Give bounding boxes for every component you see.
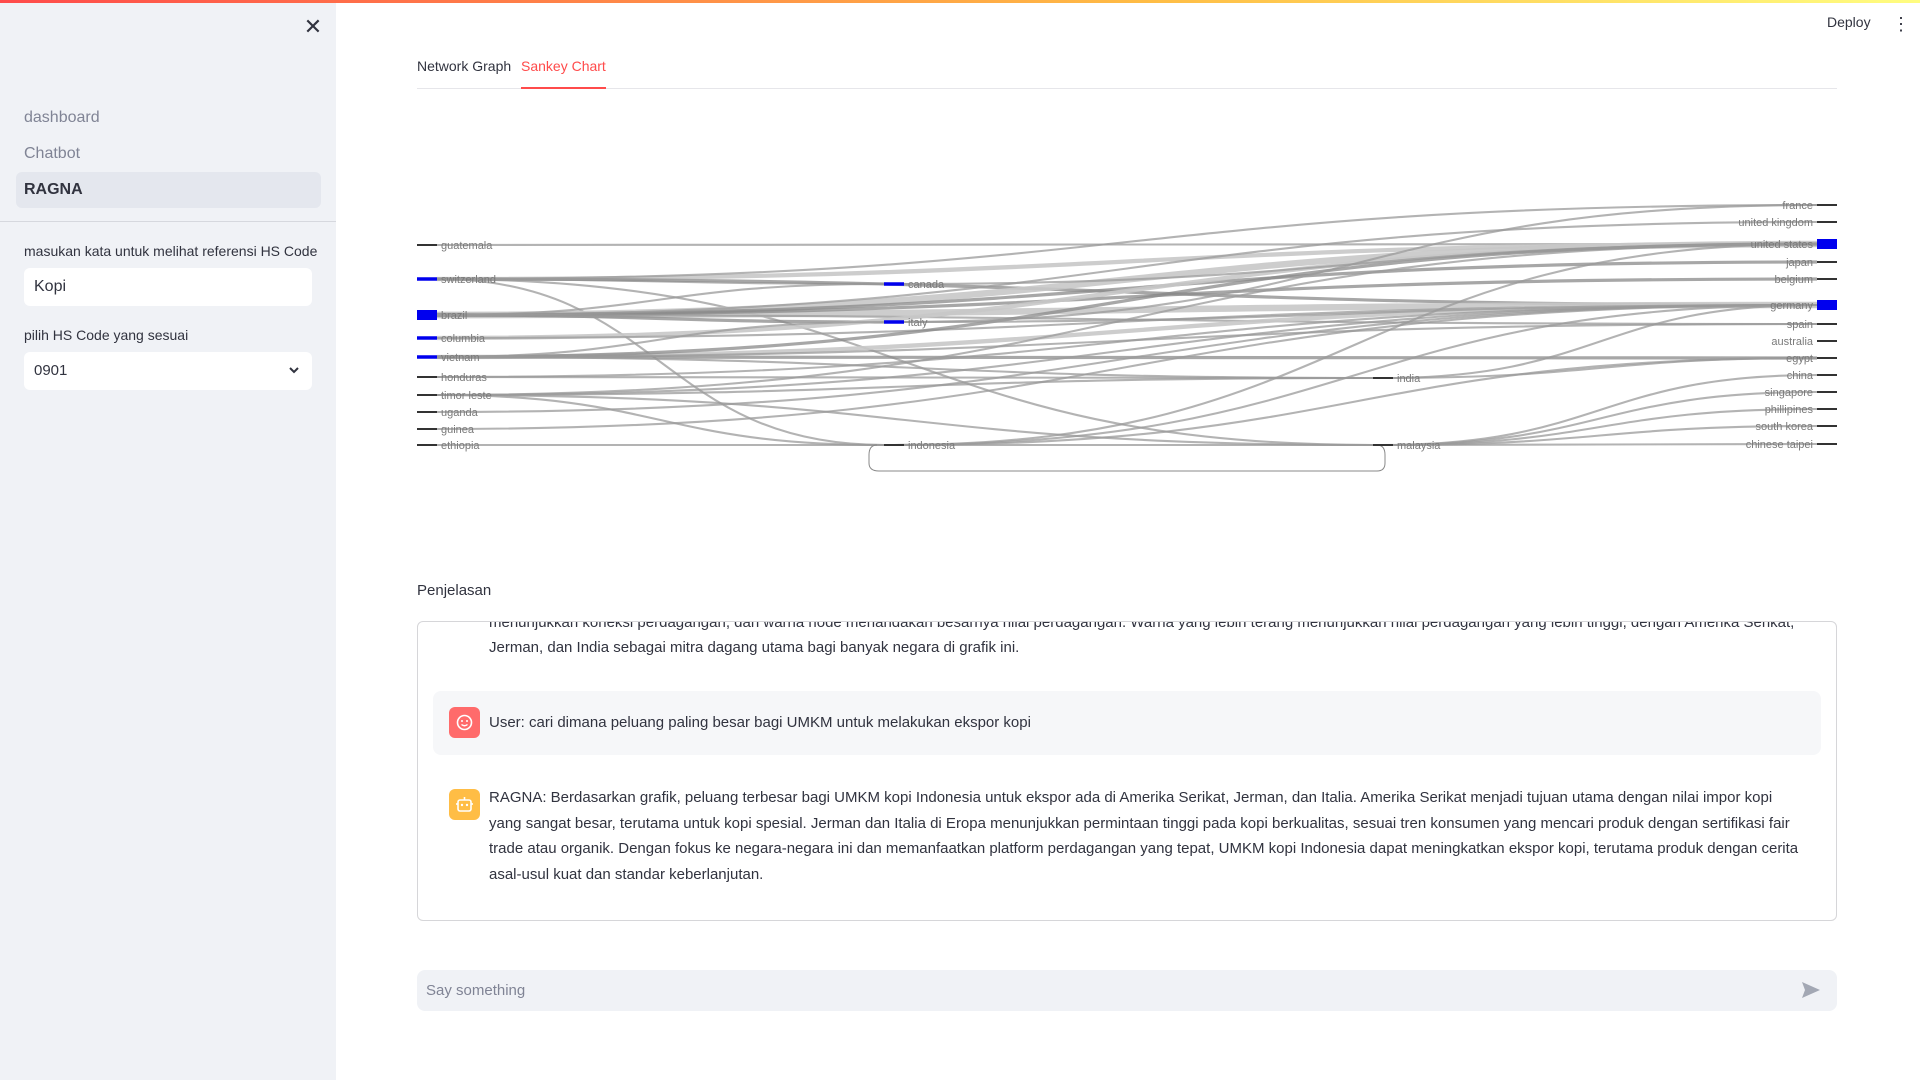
- sankey-label-honduras: honduras: [441, 372, 487, 384]
- sidebar: ✕ dashboard Chatbot RAGNA masukan kata u…: [0, 0, 336, 1080]
- sidebar-item-chatbot[interactable]: Chatbot: [16, 136, 321, 172]
- sankey-links: [436, 203, 1818, 472]
- tab-bar: Network Graph Sankey Chart: [417, 56, 1837, 89]
- assistant-message-text: RAGNA: Berdasarkan grafik, peluang terbe…: [489, 789, 1799, 883]
- sankey-node-vietnam[interactable]: [417, 355, 437, 359]
- hs-search-input[interactable]: Kopi: [24, 268, 312, 306]
- sankey-label-italy: italy: [908, 317, 928, 329]
- sankey-node-canada[interactable]: [884, 282, 904, 286]
- sankey-node-brazil[interactable]: [417, 310, 437, 320]
- sankey-node-united-states[interactable]: [1817, 239, 1837, 249]
- sidebar-item-ragna[interactable]: RAGNA: [16, 172, 321, 208]
- sankey-node-germany[interactable]: [1817, 300, 1837, 310]
- sankey-label-ethiopia: ethiopia: [441, 440, 480, 452]
- sankey-label-egypt: egypt: [1786, 353, 1813, 365]
- chat-input[interactable]: Say something: [417, 970, 1837, 1011]
- sankey-label-timor-leste: timor leste: [441, 390, 492, 402]
- sankey-label-france: france: [1782, 200, 1813, 212]
- sankey-node-japan[interactable]: [1817, 261, 1837, 263]
- sidebar-item-dashboard[interactable]: dashboard: [16, 100, 321, 136]
- deploy-button[interactable]: Deploy: [1827, 14, 1871, 30]
- sankey-label-phillipines: phillipines: [1765, 404, 1814, 416]
- sankey-node-belgium[interactable]: [1817, 278, 1837, 280]
- sankey-link-malaysia-singapore[interactable]: [1382, 390, 1818, 447]
- robot-icon: [449, 789, 480, 820]
- sankey-label-south-korea: south korea: [1756, 421, 1814, 433]
- sankey-label-japan: japan: [1785, 257, 1813, 269]
- sankey-node-timor-leste[interactable]: [417, 394, 437, 396]
- sankey-label-brazil: brazil: [441, 310, 467, 322]
- hs-select-label: pilih HS Code yang sesuai: [24, 327, 189, 343]
- sankey-node-italy[interactable]: [884, 320, 904, 324]
- kebab-menu-icon[interactable]: ⋮: [1892, 12, 1910, 36]
- tab-sankey-chart[interactable]: Sankey Chart: [521, 58, 606, 89]
- sankey-node-south-korea[interactable]: [1817, 425, 1837, 427]
- chevron-down-icon: [288, 352, 300, 390]
- sankey-label-singapore: singapore: [1765, 387, 1813, 399]
- sankey-label-columbia: columbia: [441, 333, 486, 345]
- sidebar-nav: dashboard Chatbot RAGNA: [16, 100, 321, 208]
- sankey-node-australia[interactable]: [1817, 340, 1837, 342]
- sankey-label-indonesia: indonesia: [908, 440, 956, 452]
- assistant-fragment-line-1: menunjukkan koneksi perdagangan, dan war…: [489, 621, 1795, 631]
- sankey-node-malaysia[interactable]: [1373, 444, 1393, 446]
- sankey-label-belgium: belgium: [1774, 274, 1813, 286]
- sankey-node-uganda[interactable]: [417, 411, 437, 413]
- sankey-label-guinea: guinea: [441, 424, 475, 436]
- assistant-message-fragment: menunjukkan koneksi perdagangan, dan war…: [433, 621, 1821, 670]
- sankey-label-chinese-taipei: chinese taipei: [1746, 439, 1813, 451]
- sankey-label-china: china: [1787, 370, 1814, 382]
- hs-code-select[interactable]: 0901: [24, 352, 312, 390]
- sankey-node-phillipines[interactable]: [1817, 408, 1837, 410]
- sankey-node-columbia[interactable]: [417, 336, 437, 340]
- sankey-label-switzerland: switzerland: [441, 274, 496, 286]
- sankey-node-switzerland[interactable]: [417, 277, 437, 281]
- sankey-node-france[interactable]: [1817, 204, 1837, 206]
- sankey-node-india[interactable]: [1373, 377, 1393, 379]
- sankey-chart[interactable]: guatemala switzerland brazil columbia vietna…: [417, 190, 1837, 480]
- assistant-fragment-line-2: Jerman, dan India sebagai mitra dagang u…: [489, 639, 1020, 656]
- sankey-label-united-states: united states: [1751, 239, 1814, 251]
- sankey-label-uganda: uganda: [441, 407, 479, 419]
- hs-code-select-value: 0901: [34, 362, 68, 379]
- sankey-node-guinea[interactable]: [417, 428, 437, 430]
- sankey-label-malaysia: malaysia: [1397, 440, 1441, 452]
- assistant-message: RAGNA: Berdasarkan grafik, peluang terbe…: [433, 785, 1821, 895]
- sankey-label-spain: spain: [1787, 319, 1813, 331]
- explanation-label: Penjelasan: [417, 582, 492, 599]
- sidebar-divider: [0, 221, 336, 222]
- send-icon[interactable]: [1799, 978, 1823, 1002]
- sankey-node-china[interactable]: [1817, 374, 1837, 376]
- sankey-node-chinese-taipei[interactable]: [1817, 443, 1837, 445]
- sankey-node-honduras[interactable]: [417, 376, 437, 378]
- user-message-text: User: cari dimana peluang paling besar b…: [489, 714, 1031, 731]
- sankey-label-vietnam: vietnam: [441, 352, 480, 364]
- tab-network-graph[interactable]: Network Graph: [417, 58, 511, 89]
- explanation-chat-box[interactable]: menunjukkan koneksi perdagangan, dan war…: [417, 621, 1837, 921]
- user-face-icon: [449, 707, 480, 738]
- sankey-label-canada: canada: [908, 279, 945, 291]
- sankey-label-germany: germany: [1770, 300, 1813, 312]
- hs-search-label: masukan kata untuk melihat referensi HS …: [24, 243, 318, 259]
- sankey-node-ethiopia[interactable]: [417, 444, 437, 446]
- sankey-node-singapore[interactable]: [1817, 391, 1837, 393]
- user-message: User: cari dimana peluang paling besar b…: [433, 691, 1821, 755]
- sankey-label-australia: australia: [1771, 336, 1813, 348]
- sankey-label-united-kingdom: united kingdom: [1738, 217, 1813, 229]
- sankey-link-timor-leste-indonesia[interactable]: [436, 393, 885, 447]
- top-accent-bar: [0, 0, 1920, 3]
- sankey-label-guatemala: guatemala: [441, 240, 493, 252]
- sankey-node-united-kingdom[interactable]: [1817, 221, 1837, 223]
- sankey-node-guatemala[interactable]: [417, 244, 437, 246]
- sankey-label-india: india: [1397, 373, 1421, 385]
- chat-input-placeholder: Say something: [426, 982, 526, 999]
- sankey-node-indonesia[interactable]: [884, 444, 904, 446]
- sankey-node-egypt[interactable]: [1817, 357, 1837, 359]
- close-icon[interactable]: ✕: [300, 14, 326, 40]
- sankey-node-spain[interactable]: [1817, 323, 1837, 325]
